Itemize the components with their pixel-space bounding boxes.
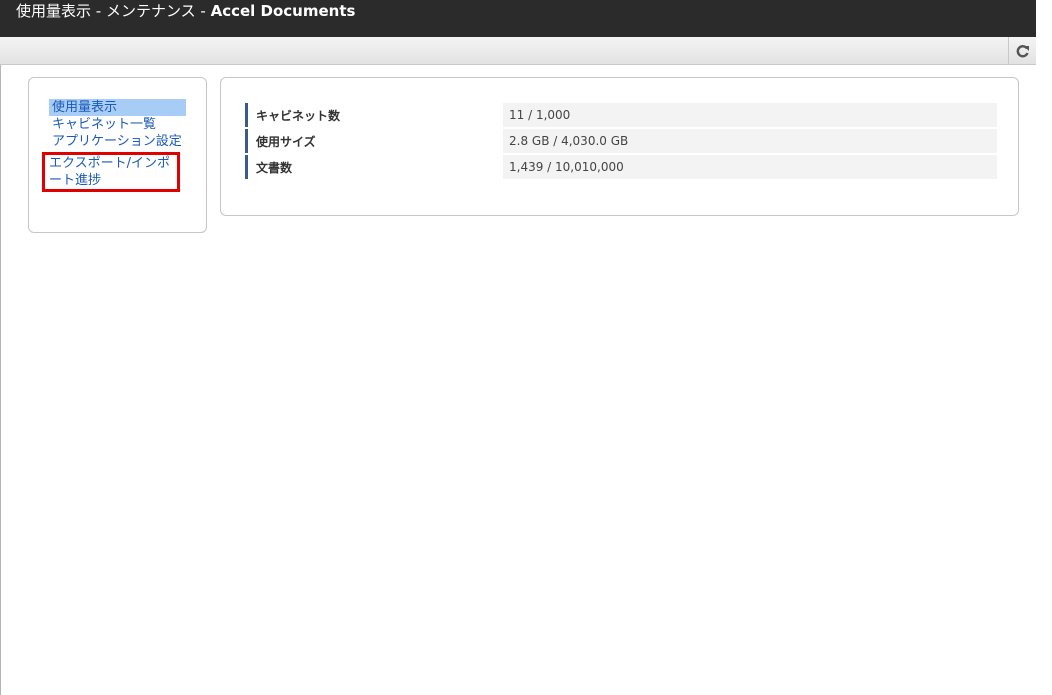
- refresh-button[interactable]: [1008, 37, 1036, 64]
- cabinet-count-label: キャビネット数: [245, 103, 503, 127]
- used-size-value: 2.8 GB / 4,030.0 GB: [503, 129, 997, 153]
- menu-item-cabinet-list[interactable]: キャビネット一覧: [49, 116, 195, 133]
- document-count-value: 1,439 / 10,010,000: [503, 155, 997, 179]
- menu-item-export-import-progress[interactable]: エクスポート/インポート進捗: [42, 152, 180, 192]
- menu-item-usage[interactable]: 使用量表示: [49, 99, 186, 116]
- used-size-label: 使用サイズ: [245, 129, 503, 153]
- maintenance-menu-panel: 使用量表示 キャビネット一覧 アプリケーション設定 エクスポート/インポート進捗: [28, 77, 207, 233]
- maintenance-menu: 使用量表示 キャビネット一覧 アプリケーション設定 エクスポート/インポート進捗: [42, 99, 195, 192]
- window-title-app: Accel Documents: [210, 2, 356, 20]
- usage-panel: キャビネット数 11 / 1,000 使用サイズ 2.8 GB / 4,030.…: [220, 77, 1019, 216]
- window-title-bar: 使用量表示 - メンテナンス - Accel Documents: [0, 0, 1036, 37]
- usage-table: キャビネット数 11 / 1,000 使用サイズ 2.8 GB / 4,030.…: [245, 101, 997, 181]
- menu-item-application-settings[interactable]: アプリケーション設定: [49, 133, 195, 150]
- cabinet-count-value: 11 / 1,000: [503, 103, 997, 127]
- table-row: 文書数 1,439 / 10,010,000: [245, 155, 997, 179]
- table-row: 使用サイズ 2.8 GB / 4,030.0 GB: [245, 129, 997, 153]
- window-title-prefix: 使用量表示 - メンテナンス -: [16, 2, 211, 20]
- refresh-icon: [1016, 44, 1029, 57]
- toolbar: [0, 37, 1036, 65]
- table-row: キャビネット数 11 / 1,000: [245, 103, 997, 127]
- document-count-label: 文書数: [245, 155, 503, 179]
